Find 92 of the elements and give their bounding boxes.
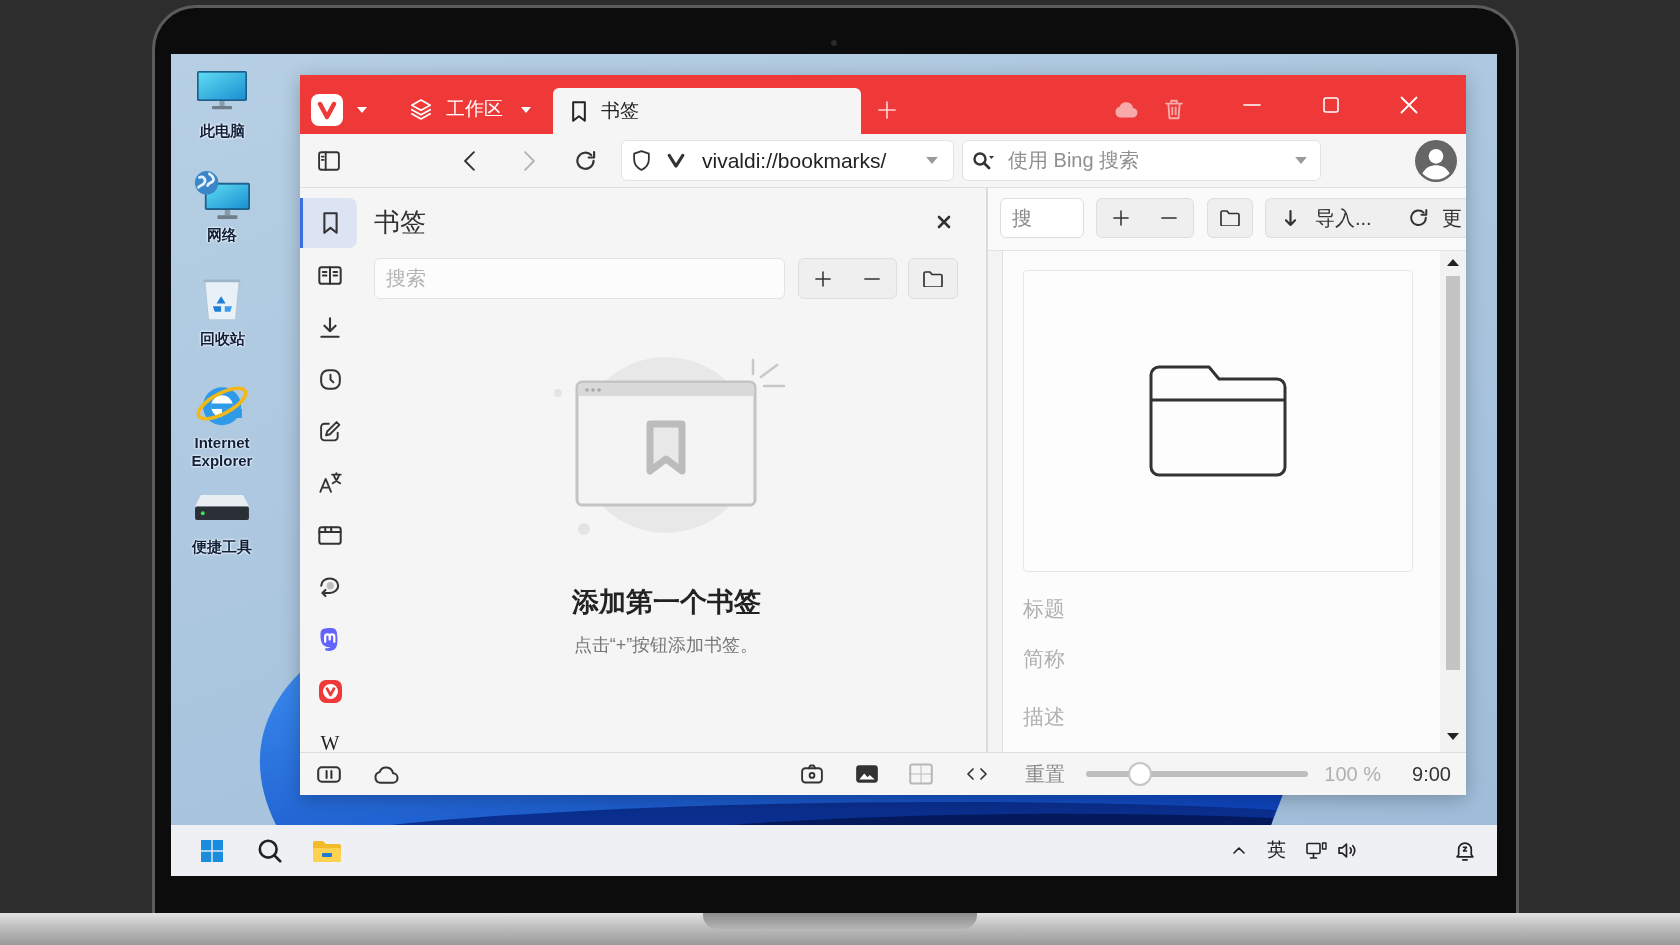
reload-icon [1409,209,1428,227]
desktop-icon-label[interactable]: 网络 [207,226,237,244]
tab[interactable]: 书签 [553,88,861,134]
camera-icon [801,764,824,784]
zoom-level-text: 100 % [1324,762,1382,787]
new-folder-button[interactable] [1207,198,1253,238]
translate-icon [318,472,342,494]
bookmark-icon [322,212,338,234]
network-icon[interactable] [194,169,250,221]
plus-icon [1113,210,1129,226]
webcam-icon [831,40,837,46]
profile-button[interactable] [1415,139,1457,182]
detail-field[interactable]: 描述 [1023,703,1413,731]
monitor-icon [1306,842,1327,859]
clock-text: 9:00 [1412,762,1451,787]
minus-icon [1161,217,1177,219]
avatar-icon [1415,139,1457,182]
clock-icon [319,368,341,390]
zoom-slider[interactable] [1086,762,1309,786]
plus-icon [878,100,896,119]
scrollbar-thumb[interactable] [1446,276,1460,670]
update-button[interactable]: 更 [1409,199,1462,237]
desktop-icon-label[interactable]: 回收站 [199,330,245,348]
desktop-icon-label[interactable]: Internet Explorer [186,434,258,470]
empty-state-hint: 点击“+”按钮添加书签。 [573,634,759,657]
maximize-icon [1323,96,1339,113]
sidebar-button[interactable] [300,198,357,248]
desktop-icon-label[interactable]: 便捷工具 [192,538,252,556]
folder-icon [313,839,341,862]
v-logo-icon [667,153,685,168]
cloud-icon [373,764,399,784]
close-icon [937,215,951,229]
folder-icon [923,270,943,287]
back-icon [463,150,475,171]
caret-icon [521,106,531,113]
forward-icon [523,150,535,171]
bookmark-icon [572,100,586,122]
download-icon [320,316,340,338]
sidebar-icon [318,150,340,171]
search-field[interactable]: 搜索 [374,258,785,299]
layers-icon [410,98,432,121]
search-icon [258,838,282,863]
vivaldi-menu-button[interactable] [311,93,367,126]
search-field[interactable]: 使用 Bing 搜索 [962,140,1321,181]
sidebar-button[interactable]: W [300,718,357,752]
scroll-up-icon[interactable] [1447,259,1459,266]
reload-icon [576,150,596,171]
search-field[interactable]: 搜 [1000,198,1084,238]
import-button[interactable]: 导入... [1285,199,1372,237]
slider-thumb[interactable] [1127,762,1152,786]
book-icon [318,265,342,285]
speaker-icon [1338,843,1356,858]
recycle-bin-icon[interactable] [202,276,242,322]
window-icon [318,525,342,545]
caret-icon[interactable] [1295,157,1307,164]
scroll-down-icon[interactable] [1447,733,1459,740]
caret-icon [357,106,367,113]
pause-icon [317,765,341,783]
folder-icon [1220,210,1240,226]
m-logo-icon [320,627,340,651]
v-logo-icon [318,679,342,703]
notification-bell-icon [1456,840,1475,861]
grid-icon [909,763,934,785]
minus-icon [863,277,880,280]
speech-bubble-icon [320,576,340,598]
empty-state-title: 添加第一个书签 [571,586,761,619]
address-field[interactable]: vivaldi://bookmarks/ [621,140,954,181]
close-icon [1400,95,1418,114]
folder-icon [1147,364,1289,478]
windows-logo-icon [201,839,223,862]
desktop-icon-label[interactable]: 此电脑 [199,122,245,140]
new-folder-button[interactable] [908,258,958,299]
arrow-down-icon [1285,209,1296,227]
note-edit-icon [319,420,341,442]
caret-icon[interactable] [926,157,938,164]
trash-icon [1165,99,1183,120]
input-method-indicator[interactable]: 英 [1267,836,1286,865]
computer-icon[interactable] [197,71,247,111]
detail-field[interactable]: 标题 [1023,595,1413,623]
chevron-up-icon [1233,847,1245,854]
minimize-icon [1243,103,1261,106]
v-logo-icon [311,93,343,126]
detail-field[interactable]: 简称 [1023,645,1413,673]
drive-icon[interactable] [195,494,249,520]
image-icon [856,765,879,783]
shield-icon [633,150,650,171]
cloud-icon [1114,101,1138,118]
plus-icon [815,270,832,287]
panel-title: 书签 [374,205,426,239]
search-icon [973,151,995,170]
code-icon [967,768,988,780]
workspace-button[interactable]: 工作区 [410,95,531,124]
